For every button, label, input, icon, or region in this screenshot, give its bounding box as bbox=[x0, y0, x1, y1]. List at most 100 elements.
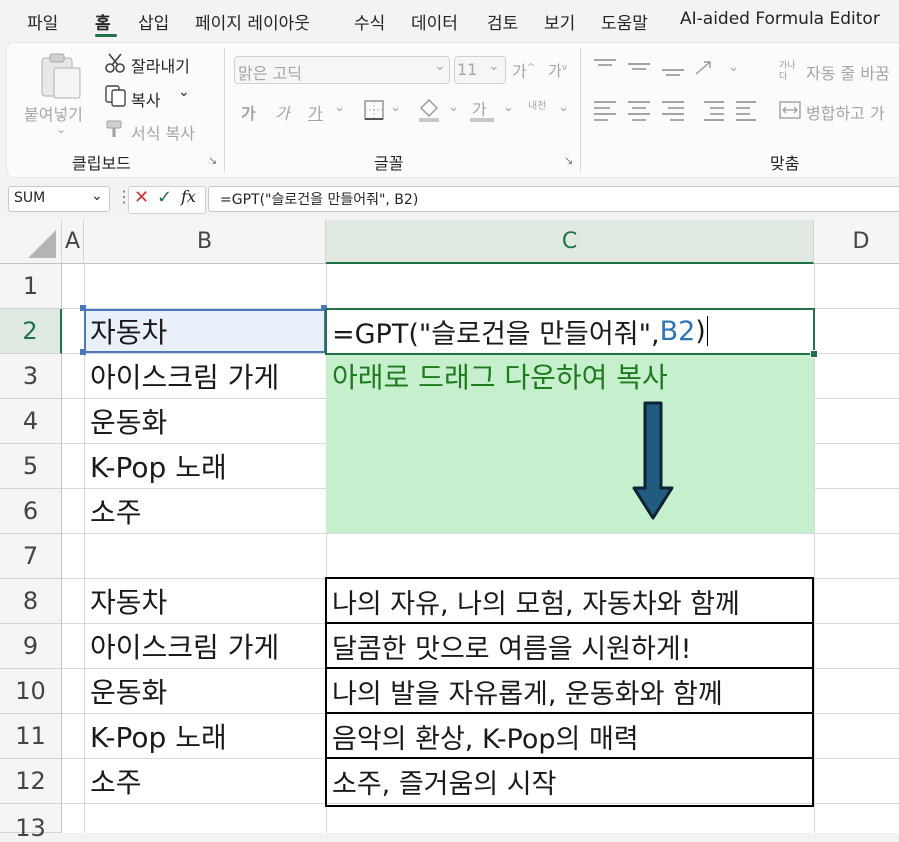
active-tab-indicator bbox=[95, 34, 117, 37]
paste-button[interactable]: 붙여넣기 bbox=[24, 101, 83, 125]
increase-font-icon[interactable]: 가^ bbox=[512, 58, 535, 82]
cancel-icon[interactable]: ✕ bbox=[134, 187, 149, 208]
wrap-text-button[interactable]: 자동 줄 바꿈 bbox=[806, 60, 890, 84]
row-header-7[interactable]: 7 bbox=[0, 534, 62, 579]
row-header-11[interactable]: 11 bbox=[0, 714, 62, 759]
underline-dropdown-icon[interactable]: ⌄ bbox=[334, 100, 345, 115]
tab-file[interactable]: 파일 bbox=[27, 9, 58, 34]
cell-b4[interactable]: 운동화 bbox=[84, 399, 326, 443]
column-header-a[interactable]: A bbox=[62, 220, 84, 264]
tab-data[interactable]: 데이터 bbox=[411, 9, 458, 34]
cell-c9[interactable]: 달콤한 맛으로 여름을 시원하게! bbox=[326, 624, 814, 668]
fill-color-icon[interactable] bbox=[416, 96, 442, 124]
font-color-button[interactable]: 가 bbox=[472, 96, 487, 120]
italic-button[interactable]: 가 bbox=[275, 100, 290, 124]
column-header-c[interactable]: C bbox=[326, 220, 814, 264]
format-painter-button[interactable]: 서식 복사 bbox=[131, 120, 195, 144]
menu-bar: 파일 홈 삽입 페이지 레이아웃 수식 데이터 검토 보기 도움말 AI-aid… bbox=[0, 0, 899, 40]
svg-text:다: 다 bbox=[779, 71, 788, 82]
font-name-value: 맑은 고딕 bbox=[238, 64, 302, 83]
row-header-9[interactable]: 9 bbox=[0, 624, 62, 669]
cut-button[interactable]: 잘라내기 bbox=[131, 53, 190, 77]
font-size-value: 11 bbox=[457, 60, 478, 79]
font-color-swatch bbox=[470, 118, 494, 122]
cell-b10[interactable]: 운동화 bbox=[84, 669, 326, 713]
arrow-down-icon bbox=[632, 401, 674, 520]
name-box-value: SUM bbox=[14, 190, 46, 206]
formula-suffix: ) bbox=[695, 315, 706, 347]
wrap-text-icon: 가나 다 bbox=[779, 60, 796, 82]
copy-button[interactable]: 복사 bbox=[131, 87, 160, 111]
font-group-label: 글꼴 bbox=[374, 154, 404, 173]
cell-b11[interactable]: K-Pop 노래 bbox=[84, 714, 326, 758]
select-all-corner[interactable] bbox=[0, 220, 62, 264]
tab-home[interactable]: 홈 bbox=[95, 9, 111, 34]
cell-b9[interactable]: 아이스크림 가게 bbox=[84, 624, 326, 668]
cell-c8[interactable]: 나의 자유, 나의 모험, 자동차와 함께 bbox=[326, 579, 814, 623]
tab-insert[interactable]: 삽입 bbox=[138, 9, 169, 34]
tab-review[interactable]: 검토 bbox=[487, 9, 518, 34]
border-icon[interactable] bbox=[362, 98, 386, 122]
column-header-b[interactable]: B bbox=[84, 220, 326, 264]
cell-b6[interactable]: 소주 bbox=[84, 489, 326, 533]
formula-reference: B2 bbox=[659, 315, 696, 347]
column-header-d[interactable]: D bbox=[814, 220, 899, 264]
border-dropdown-icon[interactable]: ⌄ bbox=[390, 100, 401, 115]
row-header-12[interactable]: 12 bbox=[0, 759, 62, 804]
merge-center-icon bbox=[779, 101, 801, 119]
cell-c10[interactable]: 나의 발을 자유롭게, 운동화와 함께 bbox=[326, 669, 814, 713]
vertical-align-icons bbox=[594, 59, 711, 76]
cell-b12[interactable]: 소주 bbox=[84, 759, 326, 803]
tab-help[interactable]: 도움말 bbox=[601, 9, 648, 34]
row-header-6[interactable]: 6 bbox=[0, 489, 62, 534]
cell-b3[interactable]: 아이스크림 가게 bbox=[84, 354, 326, 398]
tab-page-layout[interactable]: 페이지 레이아웃 bbox=[195, 9, 310, 34]
row-header-5[interactable]: 5 bbox=[0, 444, 62, 489]
cell-c3[interactable]: 아래로 드래그 다운하여 복사 bbox=[326, 354, 814, 398]
format-painter-icon bbox=[106, 120, 122, 137]
phonetic-dropdown-icon[interactable]: ⌄ bbox=[558, 100, 569, 115]
row-header-13[interactable]: 13 bbox=[0, 804, 62, 842]
row-header-3[interactable]: 3 bbox=[0, 354, 62, 399]
font-color-dropdown-icon[interactable]: ⌄ bbox=[503, 100, 514, 115]
ribbon-separator bbox=[580, 48, 581, 172]
font-name-dropdown-icon[interactable]: ⌄ bbox=[434, 58, 446, 74]
merge-center-button[interactable]: 병합하고 가 bbox=[806, 100, 885, 124]
paste-dropdown-icon[interactable]: ⌄ bbox=[56, 122, 66, 136]
cell-b2[interactable]: 자동차 bbox=[84, 309, 326, 353]
cell-b5[interactable]: K-Pop 노래 bbox=[84, 444, 326, 488]
insert-function-icon[interactable]: fx bbox=[181, 187, 196, 206]
enter-icon[interactable]: ✓ bbox=[157, 187, 172, 208]
font-launcher-icon[interactable]: ↘ bbox=[564, 154, 573, 167]
row-header-8[interactable]: 8 bbox=[0, 579, 62, 624]
text-cursor bbox=[706, 316, 708, 346]
cell-c2-editor[interactable]: =GPT("슬로건을 만들어줘", B2) bbox=[326, 309, 814, 353]
copy-icon bbox=[105, 85, 126, 107]
tab-ai-formula-editor[interactable]: AI-aided Formula Editor bbox=[680, 9, 880, 29]
tab-formulas[interactable]: 수식 bbox=[354, 9, 385, 34]
underline-button[interactable]: 가 bbox=[308, 100, 323, 124]
paste-icon[interactable] bbox=[38, 52, 84, 102]
tab-view[interactable]: 보기 bbox=[544, 9, 575, 34]
ribbon-separator bbox=[224, 48, 225, 172]
name-box-dropdown-icon[interactable]: ⌄ bbox=[91, 188, 103, 204]
font-size-dropdown-icon[interactable]: ⌄ bbox=[488, 58, 500, 74]
phonetic-button[interactable]: 내천 bbox=[528, 97, 546, 112]
row-header-2[interactable]: 2 bbox=[0, 309, 62, 354]
row-header-10[interactable]: 10 bbox=[0, 669, 62, 714]
gridline bbox=[62, 533, 899, 534]
copy-dropdown-icon[interactable]: ⌄ bbox=[178, 84, 190, 100]
row-header-4[interactable]: 4 bbox=[0, 399, 62, 444]
formula-prefix: =GPT("슬로건을 만들어줘", bbox=[332, 318, 660, 350]
decrease-font-icon[interactable]: 가v bbox=[548, 60, 567, 81]
fill-color-dropdown-icon[interactable]: ⌄ bbox=[448, 100, 459, 115]
row-header-1[interactable]: 1 bbox=[0, 264, 62, 309]
clipboard-group-label: 클립보드 bbox=[72, 154, 131, 173]
bold-button[interactable]: 가 bbox=[241, 100, 256, 124]
clipboard-launcher-icon[interactable]: ↘ bbox=[208, 154, 217, 167]
orientation-dropdown-icon[interactable]: ⌄ bbox=[728, 60, 739, 75]
cell-b8[interactable]: 자동차 bbox=[84, 579, 326, 623]
cell-c12[interactable]: 소주, 즐거움의 시작 bbox=[326, 759, 814, 803]
scissors-icon bbox=[105, 53, 125, 73]
cell-c11[interactable]: 음악의 환상, K-Pop의 매력 bbox=[326, 714, 814, 758]
